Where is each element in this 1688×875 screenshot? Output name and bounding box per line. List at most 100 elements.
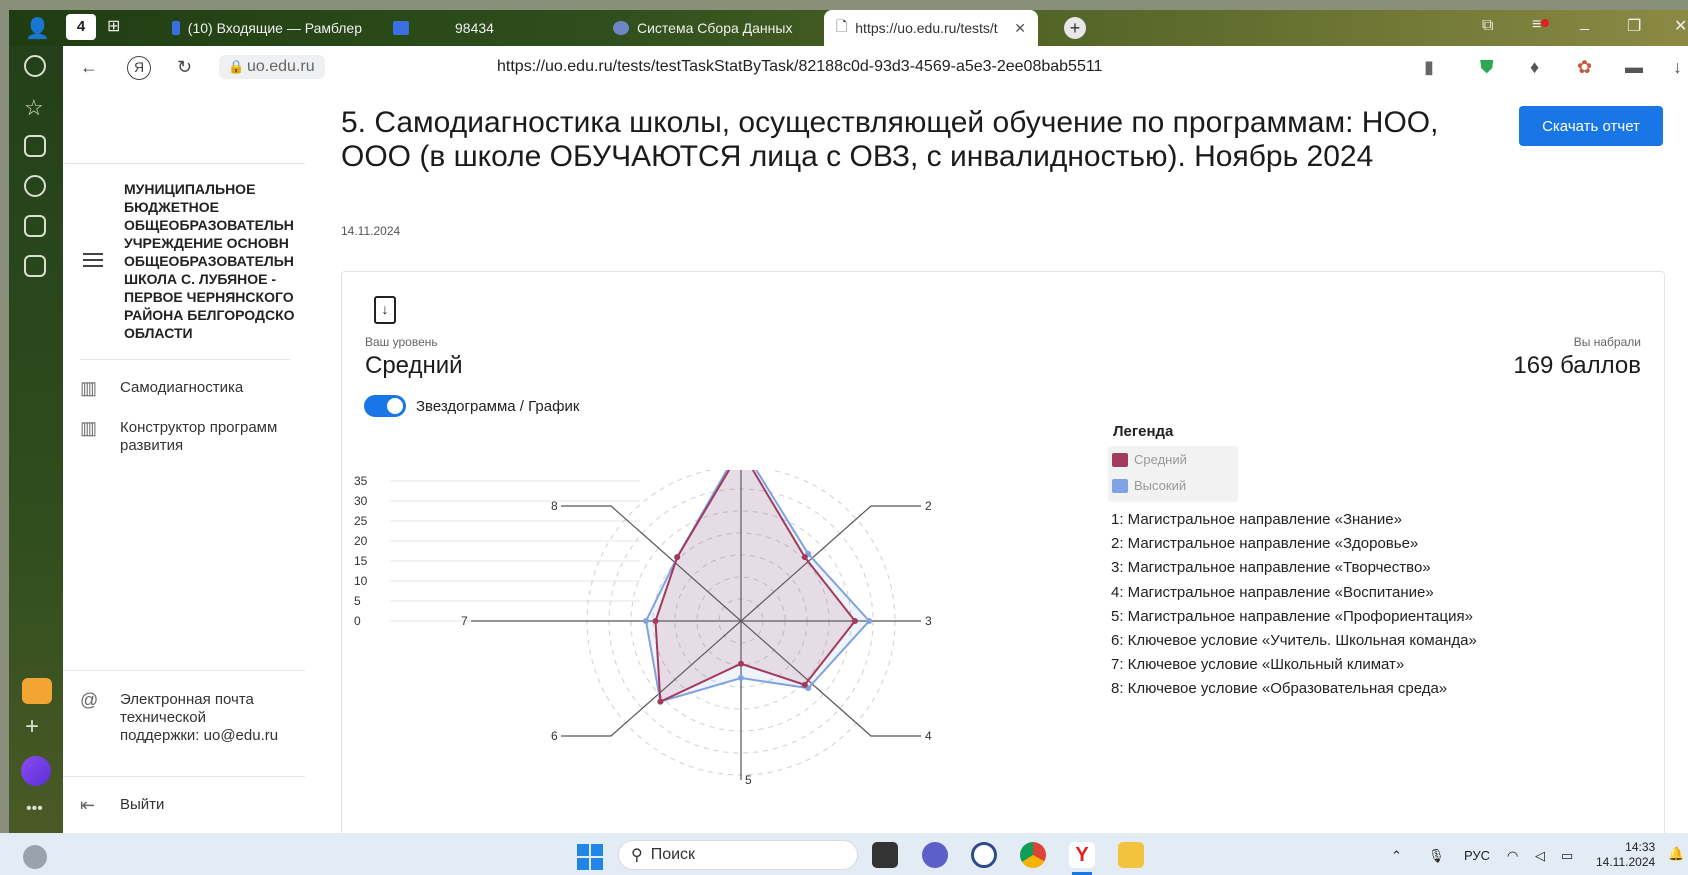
download-file-icon[interactable]: ↓: [374, 296, 396, 324]
history-icon[interactable]: [24, 55, 46, 77]
legend-axis-item: 2: Магистральное направление «Здоровье»: [1111, 535, 1419, 553]
logout-label: Выйти: [120, 796, 165, 813]
sidebar-support-email[interactable]: @ Электронная почта технической поддержк…: [80, 691, 290, 745]
reload-icon[interactable]: ↻: [177, 57, 192, 78]
legend-series-high[interactable]: Высокий: [1112, 478, 1186, 493]
legend-series-average[interactable]: Средний: [1112, 452, 1187, 467]
radar-axis-label: 5: [745, 773, 752, 787]
radar-data-point: [801, 554, 808, 561]
y-tick-label: 25: [354, 514, 368, 528]
legend-swatch: [1112, 452, 1128, 467]
lock-icon: 🔒: [228, 59, 245, 74]
system-clock[interactable]: 14:33 14.11.2024: [1596, 840, 1655, 870]
account-icon[interactable]: ▬: [1625, 57, 1643, 78]
back-icon[interactable]: ←: [80, 57, 98, 78]
start-button-icon[interactable]: [577, 844, 603, 870]
shield-icon[interactable]: ⛊: [1480, 57, 1494, 78]
legend-series-label: Высокий: [1134, 478, 1187, 493]
yandex-icon[interactable]: Я: [127, 56, 151, 80]
file-explorer-icon[interactable]: [1118, 842, 1144, 868]
books-icon: ▥: [80, 418, 98, 438]
minimize-icon[interactable]: _: [1580, 14, 1589, 32]
page-title: 5. Самодиагностика школы, осуществляющей…: [341, 106, 1439, 173]
alice-icon[interactable]: [21, 756, 51, 786]
tab-rambler[interactable]: (10) Входящие — Рамблер: [172, 13, 362, 43]
tab-label: https://uo.edu.ru/tests/t: [855, 20, 998, 36]
add-app-icon[interactable]: +: [25, 713, 39, 741]
extension-icon[interactable]: ✿: [1577, 57, 1592, 78]
collections-icon[interactable]: ⧉: [1482, 17, 1493, 35]
restore-icon[interactable]: ❐: [1627, 16, 1641, 36]
sidebar-item-label: Самодиагностика: [120, 379, 244, 396]
y-tick-label: 0: [354, 614, 361, 628]
tab-data-system[interactable]: Система Сбора Данных: [613, 13, 813, 43]
sidebar-item-program-builder[interactable]: ▥ Конструктор программ развития: [80, 419, 290, 455]
battery-icon[interactable]: ▭: [1561, 848, 1573, 864]
domain-pill[interactable]: 🔒 uo.edu.ru: [219, 55, 325, 79]
chart-view-toggle[interactable]: [364, 395, 406, 417]
new-tab-group-icon[interactable]: ⊞: [107, 16, 120, 36]
tab-98434[interactable]: 98434: [393, 13, 593, 43]
radar-data-point: [643, 618, 649, 624]
profile-icon[interactable]: 👤: [25, 16, 50, 41]
download-report-button[interactable]: Скачать отчет: [1519, 106, 1663, 146]
bookmark-icon[interactable]: ▮: [1424, 57, 1434, 78]
ccleaner-icon[interactable]: [971, 842, 997, 868]
radar-data-point: [652, 618, 659, 624]
sidebar-item-label: Конструктор программ развития: [120, 419, 278, 454]
mail-app-icon[interactable]: [22, 678, 52, 704]
apps-grid-icon[interactable]: [24, 255, 46, 277]
close-tab-icon[interactable]: ✕: [1014, 20, 1026, 37]
taskbar-search-input[interactable]: ⚲ Поиск: [618, 840, 858, 870]
legend-axis-list: 1: Магистральное направление «Знание» 2:…: [1111, 508, 1477, 702]
new-tab-button[interactable]: +: [1064, 17, 1086, 39]
notes-icon[interactable]: [24, 135, 46, 157]
logout-button[interactable]: ⇤ Выйти: [80, 796, 164, 816]
radar-data-point: [801, 681, 808, 688]
download-icon[interactable]: ↓: [1673, 57, 1682, 78]
notifications-bell-icon[interactable]: 🔔: [1668, 846, 1684, 862]
chrome-icon[interactable]: [1020, 842, 1046, 868]
sidebar-divider: [63, 163, 305, 164]
yandex-browser-icon[interactable]: Y: [1069, 842, 1095, 868]
task-view-icon[interactable]: [872, 842, 898, 868]
support-email-text: Электронная почта технической поддержки:…: [120, 691, 279, 744]
tab-uo-edu-active[interactable]: 🗋 https://uo.edu.ru/tests/t ✕: [824, 10, 1038, 46]
radar-axis-label: 2: [925, 499, 932, 513]
legend-title: Легенда: [1113, 423, 1174, 440]
close-window-icon[interactable]: ✕: [1674, 16, 1687, 36]
volume-icon[interactable]: ◁: [1535, 848, 1545, 864]
sidebar-divider: [80, 359, 290, 360]
menu-icon[interactable]: ≡: [1532, 16, 1541, 34]
legend-series-label: Средний: [1134, 452, 1187, 467]
radar-chart: 3530252015105012345678: [354, 470, 932, 787]
tab-label: Система Сбора Данных: [637, 20, 793, 36]
logout-icon: ⇤: [80, 795, 96, 815]
meet-icon[interactable]: [922, 842, 948, 868]
y-tick-label: 5: [354, 594, 361, 608]
video-icon[interactable]: [24, 175, 46, 197]
more-icon[interactable]: •••: [26, 800, 43, 818]
sidebar-item-self-diagnostics[interactable]: ▥ Самодиагностика: [80, 379, 243, 399]
chevron-up-icon[interactable]: ⌃: [1391, 848, 1402, 864]
y-tick-label: 15: [354, 554, 368, 568]
hamburger-menu-icon[interactable]: [83, 253, 103, 267]
radar-data-point: [738, 675, 744, 681]
legend-axis-item: 8: Ключевое условие «Образовательная сре…: [1111, 680, 1448, 698]
at-sign-icon: @: [80, 690, 99, 710]
screenshot-icon[interactable]: [24, 215, 46, 237]
tab-counter[interactable]: 4: [66, 14, 96, 40]
favorites-icon[interactable]: ☆: [24, 95, 46, 120]
wifi-icon[interactable]: ◠: [1507, 848, 1518, 864]
lightbulb-icon[interactable]: ♦: [1530, 57, 1539, 78]
y-tick-label: 35: [354, 474, 368, 488]
microphone-icon[interactable]: 🎙: [1428, 848, 1445, 864]
legend-axis-item: 5: Магистральное направление «Профориент…: [1111, 607, 1473, 625]
legend-axis-item: 7: Ключевое условие «Школьный климат»: [1111, 656, 1405, 674]
widgets-icon[interactable]: [23, 845, 47, 869]
test-date: 14.11.2024: [341, 224, 401, 238]
input-language[interactable]: РУС: [1464, 848, 1490, 863]
search-placeholder: Поиск: [650, 846, 696, 863]
url-text[interactable]: https://uo.edu.ru/tests/testTaskStatByTa…: [497, 58, 1102, 76]
domain-text: uo.edu.ru: [247, 58, 315, 75]
